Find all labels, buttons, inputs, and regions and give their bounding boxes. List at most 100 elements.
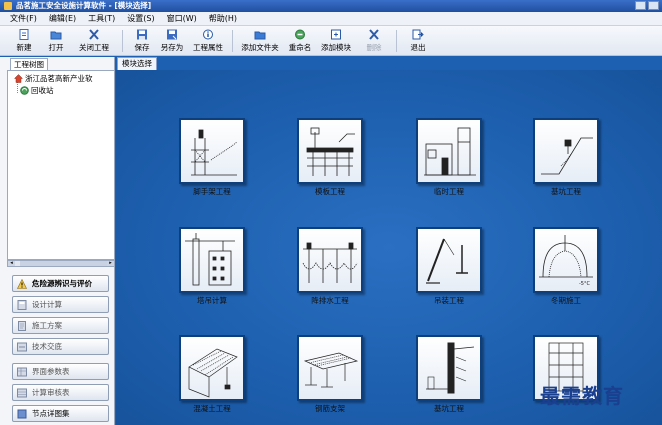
new-file-icon (19, 29, 29, 40)
module-workspace: 脚手架工程 模板工程 临时工程 基坑工程 塔吊计算 降排水工程 吊装工程 -5°… (116, 70, 662, 425)
add-module-button[interactable]: 添加模块 (318, 29, 354, 54)
toolbar-separator (122, 30, 123, 52)
scaffolding-icon (191, 129, 238, 176)
delete-icon (369, 29, 379, 40)
open-folder-icon (50, 31, 62, 40)
tower-crane-icon (185, 233, 235, 286)
handshake-icon (17, 342, 27, 351)
module-label: 脚手架工程 (193, 187, 231, 196)
tree-horizontal-scrollbar[interactable]: ◂ ▸ (7, 260, 115, 267)
menu-bar: 文件(F) 编辑(E) 工具(T) 设置(S) 窗口(W) 帮助(H) (0, 12, 662, 26)
module-label: 模板工程 (315, 187, 345, 196)
scrollbar-thumb[interactable] (20, 261, 108, 266)
temporary-works-icon (424, 127, 476, 176)
save-as-icon (167, 29, 177, 40)
calculator-icon (17, 299, 27, 310)
formwork-icon (306, 127, 355, 176)
menu-help[interactable]: 帮助(H) (209, 13, 237, 24)
module-label: 基坑工程 (434, 404, 464, 413)
calculation-review-button[interactable]: 计算审核表 (12, 384, 109, 401)
save-icon (137, 29, 147, 40)
toolbar-separator (232, 30, 233, 52)
open-button[interactable]: 打开 (44, 29, 68, 54)
retaining-wall-icon (426, 342, 475, 394)
module-tower-crane[interactable] (179, 227, 245, 293)
technical-disclosure-button[interactable]: 技术交底 (12, 338, 109, 355)
title-bar: 品茗施工安全设施计算软件 - [模块选择] (0, 0, 662, 12)
svg-text:-5°C: -5°C (579, 281, 590, 287)
table-icon (17, 367, 27, 376)
delete-button[interactable]: 删除 (364, 29, 384, 54)
info-icon (203, 29, 213, 40)
tab-module-selection[interactable]: 模块选择 (117, 57, 157, 70)
tree-item-recycle-bin[interactable]: 回收站 (20, 85, 54, 96)
close-project-button[interactable]: 关闭工程 (76, 29, 112, 54)
dewatering-icon (302, 242, 358, 283)
module-label: 降排水工程 (311, 296, 349, 305)
house-icon (14, 74, 23, 83)
hazard-identification-button[interactable]: 危险源辨识与评价 (12, 275, 109, 292)
menu-window[interactable]: 窗口(W) (167, 13, 197, 24)
module-label: 混凝土工程 (193, 404, 231, 413)
module-label: 钢筋支架 (315, 404, 345, 413)
menu-tools[interactable]: 工具(T) (88, 13, 115, 24)
project-tree-panel: 工程树图 浙江品茗高新产业软 回收站 ◂ ▸ 危险源辨识与评价 设计计算 施工方… (0, 57, 115, 425)
tab-project-tree[interactable]: 工程树图 (10, 58, 48, 70)
scroll-right-arrow-icon[interactable]: ▸ (107, 261, 114, 266)
module-label: 基坑工程 (551, 187, 581, 196)
module-label: 吊装工程 (434, 296, 464, 305)
close-button[interactable] (648, 1, 659, 10)
module-add-icon (331, 29, 341, 40)
module-foundation-pit[interactable] (533, 118, 599, 184)
interface-parameters-button[interactable]: 界面参数表 (12, 363, 109, 380)
rebar-support-icon (303, 352, 359, 388)
module-label: 冬期施工 (551, 296, 581, 305)
design-calculation-button[interactable]: 设计计算 (12, 296, 109, 313)
menu-settings[interactable]: 设置(S) (127, 13, 154, 24)
module-scaffolding[interactable] (179, 118, 245, 184)
module-formwork[interactable] (297, 118, 363, 184)
concrete-icon (188, 348, 238, 398)
review-table-icon (17, 388, 27, 397)
warning-icon (17, 278, 27, 289)
toolbar: 新建 打开 关闭工程 保存 另存为 工程属性 添加文件夹 重命名 添加模块 删除 (0, 26, 662, 56)
folder-add-icon (254, 31, 266, 40)
module-dewatering[interactable] (297, 227, 363, 293)
construction-plan-button[interactable]: 施工方案 (12, 317, 109, 334)
watermark-logo: 最需教育 (540, 384, 624, 408)
recycle-bin-icon (20, 86, 29, 95)
exit-button[interactable]: 退出 (406, 29, 430, 54)
hoisting-icon (426, 238, 468, 284)
add-folder-button[interactable]: 添加文件夹 (238, 29, 282, 54)
foundation-pit-icon (541, 137, 593, 175)
module-temporary[interactable] (416, 118, 482, 184)
document-icon (18, 320, 26, 331)
module-label: 塔吊计算 (197, 296, 227, 305)
rename-button[interactable]: 重命名 (286, 29, 314, 54)
save-as-button[interactable]: 另存为 (158, 29, 186, 54)
minimize-button[interactable] (635, 1, 646, 10)
tree-item-project[interactable]: 浙江品茗高新产业软 (14, 73, 93, 84)
app-icon (4, 2, 12, 10)
close-icon (89, 29, 99, 40)
module-concrete[interactable] (179, 335, 245, 401)
module-hoisting[interactable] (416, 227, 482, 293)
window-title: 品茗施工安全设施计算软件 - [模块选择] (16, 1, 152, 10)
exit-icon (412, 29, 424, 40)
menu-edit[interactable]: 编辑(E) (49, 13, 76, 24)
save-button[interactable]: 保存 (130, 29, 154, 54)
winter-construction-icon: -5°C (539, 235, 593, 287)
toolbar-separator (396, 30, 397, 52)
new-button[interactable]: 新建 (12, 29, 36, 54)
module-label: 临时工程 (434, 187, 464, 196)
module-foundation-pit-2[interactable] (416, 335, 482, 401)
module-winter-construction[interactable]: -5°C (533, 227, 599, 293)
node-details-icon (17, 409, 27, 418)
scroll-left-arrow-icon[interactable]: ◂ (8, 261, 15, 266)
menu-file[interactable]: 文件(F) (10, 13, 37, 24)
project-properties-button[interactable]: 工程属性 (190, 29, 226, 54)
module-rebar-support[interactable] (297, 335, 363, 401)
project-tree: 浙江品茗高新产业软 回收站 (7, 70, 115, 260)
rename-icon (295, 29, 305, 40)
node-details-button[interactable]: 节点详图集 (12, 405, 109, 422)
